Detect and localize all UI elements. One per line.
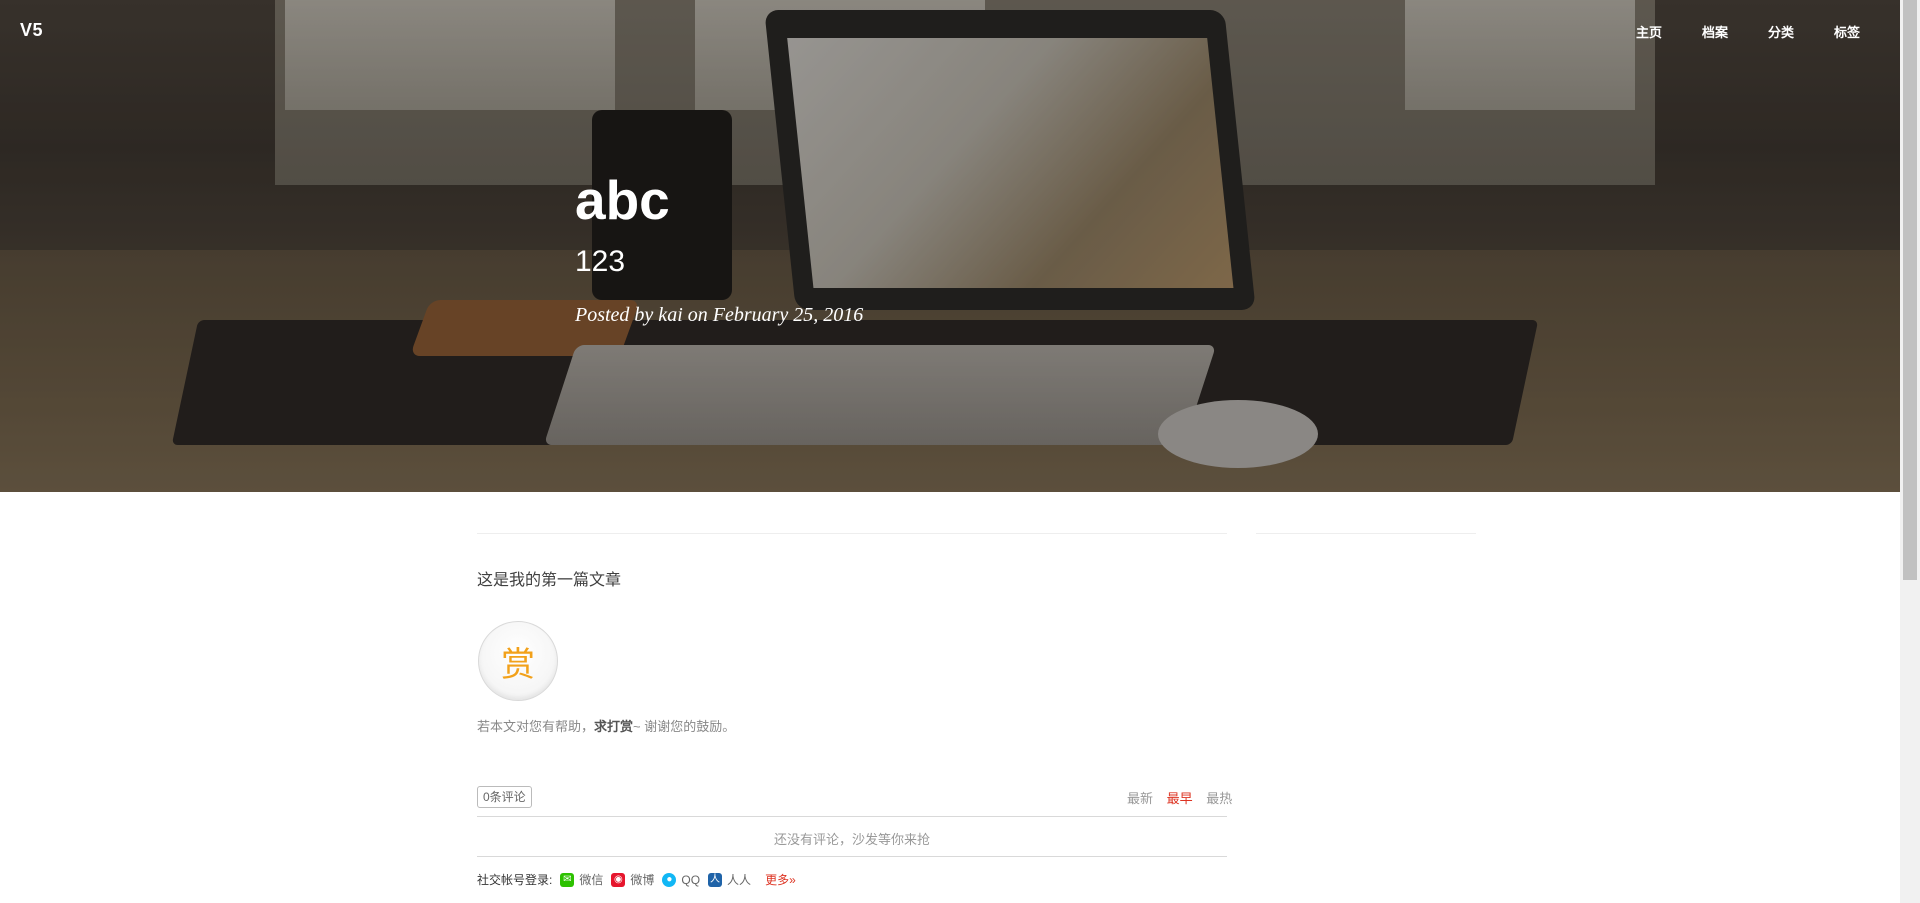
nav-link-tags[interactable]: 标签 — [1834, 22, 1860, 41]
post-content: 这是我的第一篇文章 — [477, 572, 622, 589]
post-title: abc — [575, 169, 670, 231]
sort-oldest[interactable]: 最早 — [1167, 791, 1193, 806]
qq-icon: ● — [662, 872, 677, 887]
wechat-icon: ✉ — [560, 872, 575, 887]
renren-icon: 人 — [708, 872, 723, 887]
article-top-divider — [477, 533, 1227, 534]
weibo-icon: ◉ — [611, 872, 626, 887]
reward-button[interactable]: 赏 — [478, 621, 558, 701]
brand-logo[interactable]: V5 — [20, 20, 43, 41]
comment-empty-divider — [477, 856, 1227, 857]
social-login-weibo[interactable]: ◉ 微博 — [611, 871, 654, 888]
social-login-more[interactable]: 更多» — [765, 871, 796, 888]
empty-comments-message: 还没有评论，沙发等你来抢 — [773, 832, 930, 847]
sort-hottest[interactable]: 最热 — [1206, 791, 1232, 806]
social-login-qq-label: QQ — [681, 872, 701, 887]
social-login-label: 社交帐号登录: — [477, 873, 553, 887]
social-login-renren-label: 人人 — [727, 873, 752, 887]
nav-link-categories[interactable]: 分类 — [1768, 22, 1794, 41]
reward-icon: 赏 — [501, 645, 535, 684]
scrollbar-thumb[interactable] — [1903, 0, 1917, 580]
social-login-wechat-label: 微信 — [579, 873, 604, 887]
nav-link-archive[interactable]: 档案 — [1702, 22, 1728, 41]
reward-text-bold: 求打赏 — [594, 719, 634, 734]
social-login-renren[interactable]: 人 人人 — [708, 871, 751, 888]
reward-text: 若本文对您有帮助，求打赏~ 谢谢您的鼓励。 — [477, 716, 735, 735]
hero-header: V5 主页 档案 分类 标签 abc 123 Posted by kai on … — [0, 0, 1900, 492]
social-login-bar: 社交帐号登录: ✉ 微信 ◉ 微博 ● QQ 人 人人 更多» — [477, 871, 796, 888]
comment-count-badge: 0条评论 — [477, 786, 532, 808]
social-login-weibo-label: 微博 — [630, 873, 655, 887]
social-login-wechat[interactable]: ✉ 微信 — [560, 871, 603, 888]
page-scrollbar[interactable] — [1900, 0, 1920, 903]
nav-link-home[interactable]: 主页 — [1636, 22, 1662, 41]
comment-header-divider — [477, 816, 1227, 817]
post-meta: Posted by kai on February 25, 2016 — [575, 304, 864, 326]
post-subtitle: 123 — [575, 245, 626, 278]
social-login-qq[interactable]: ● QQ — [662, 872, 701, 887]
sidebar-top-divider — [1256, 533, 1476, 534]
top-nav: 主页 档案 分类 标签 — [1596, 22, 1860, 41]
comment-sort-tabs: 最新 最早 最热 — [1117, 788, 1232, 807]
reward-text-suffix: ~ 谢谢您的鼓励。 — [633, 719, 736, 734]
hero-overlay — [0, 0, 1900, 492]
reward-text-prefix: 若本文对您有帮助， — [477, 719, 595, 734]
post-heading: abc 123 Posted by kai on February 25, 20… — [575, 168, 863, 327]
sort-newest[interactable]: 最新 — [1127, 791, 1153, 806]
